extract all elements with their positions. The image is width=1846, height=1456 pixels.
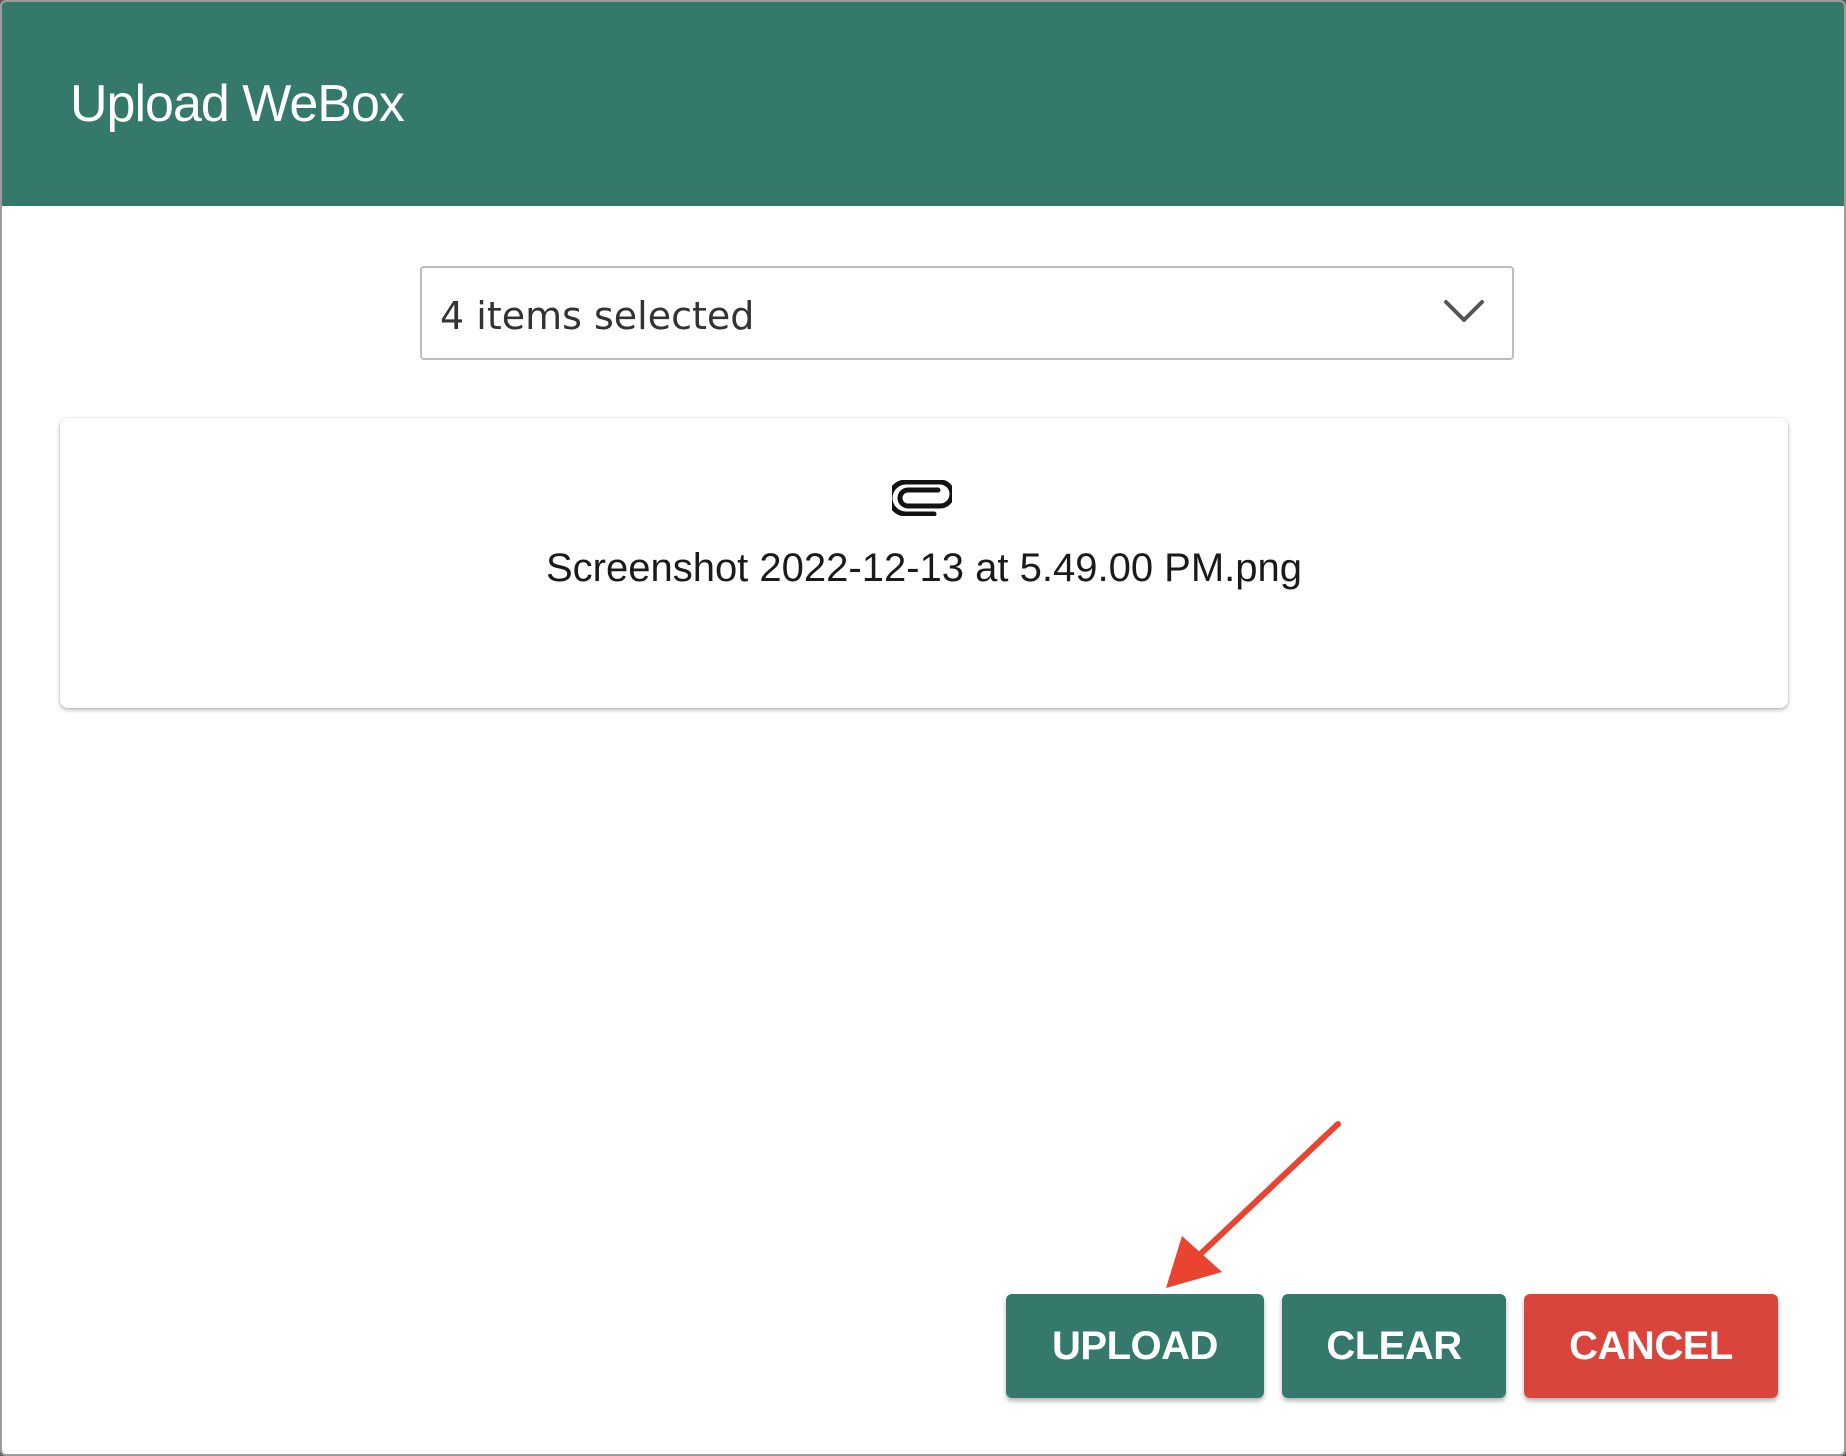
annotation-arrow: [1166, 1121, 1341, 1288]
paperclip-icon: [892, 480, 952, 516]
cancel-button[interactable]: CANCEL: [1524, 1294, 1778, 1398]
select-value: 4 items selected: [440, 294, 755, 338]
chevron-down-icon: [1444, 300, 1484, 322]
items-select[interactable]: 4 items selected: [420, 266, 1514, 360]
dialog-header: Upload WeBox: [2, 2, 1844, 206]
upload-button[interactable]: UPLOAD: [1006, 1294, 1264, 1398]
clear-button[interactable]: CLEAR: [1282, 1294, 1506, 1398]
file-preview-card: Screenshot 2022-12-13 at 5.49.00 PM.png: [60, 418, 1788, 708]
upload-dialog: Upload WeBox 4 items selected Screenshot…: [0, 0, 1846, 1456]
file-name: Screenshot 2022-12-13 at 5.49.00 PM.png: [545, 546, 1303, 590]
dialog-title: Upload WeBox: [70, 75, 405, 133]
